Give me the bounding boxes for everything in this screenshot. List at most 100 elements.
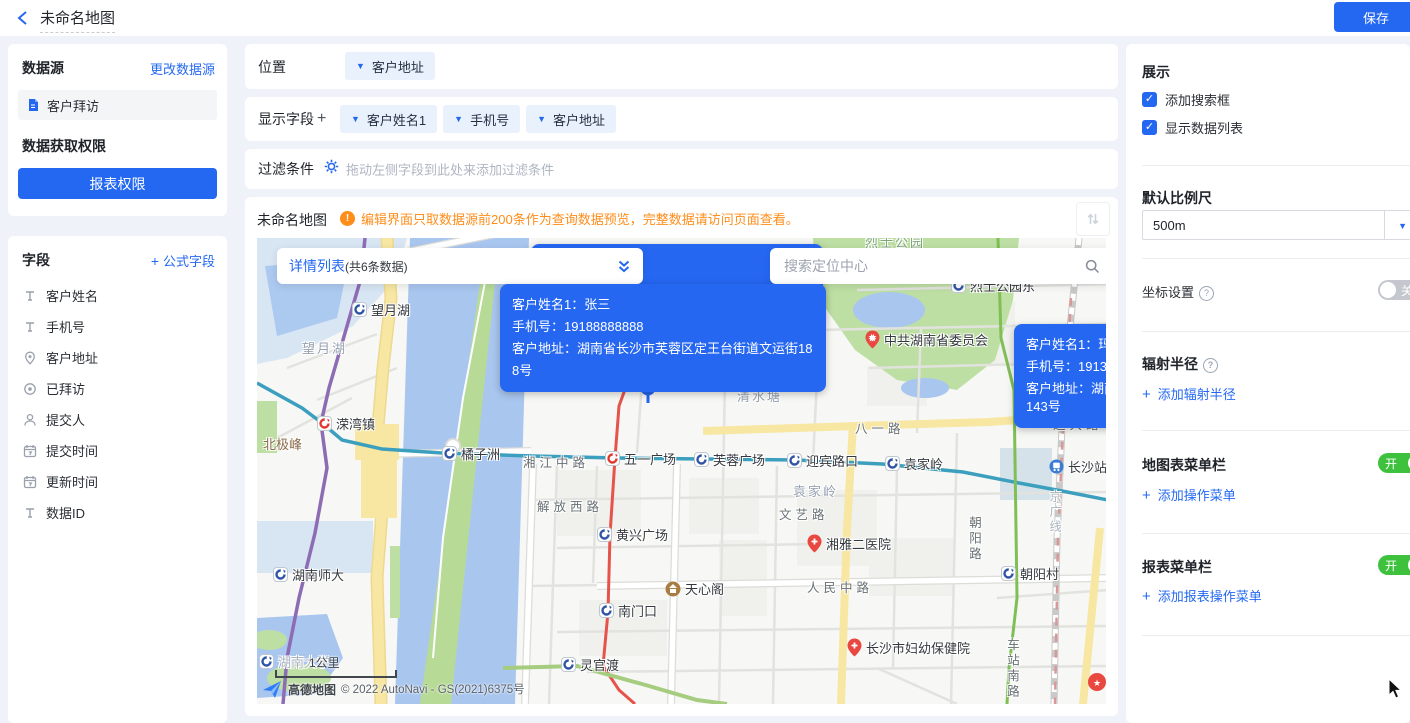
poi-hospital-icon	[807, 534, 822, 553]
fields-title: 字段	[22, 250, 50, 270]
map-search-box[interactable]	[770, 248, 1106, 284]
field-item-label: 已拜访	[46, 379, 85, 398]
attribution-text: © 2022 AutoNavi - GS(2021)6375号	[341, 681, 525, 697]
display-field-tag[interactable]: ▼手机号	[443, 105, 520, 133]
coord-setting-toggle[interactable]: 关	[1378, 280, 1410, 300]
sort-icon[interactable]	[1076, 202, 1110, 236]
detail-list-label: 详情列表	[289, 256, 345, 276]
station-icon	[1049, 459, 1064, 474]
field-item-label: 提交时间	[46, 441, 98, 460]
metro-blue-icon	[442, 446, 457, 461]
display-field-tag[interactable]: ▼客户姓名1	[340, 105, 437, 133]
map-label-road: 八一路	[855, 418, 905, 437]
calendar-icon	[23, 444, 37, 458]
text-field-icon	[23, 320, 37, 334]
map-label-metro-blue: 朝阳村	[1001, 564, 1059, 583]
map-label-poi-hospital: 长沙市妇幼保健院	[847, 638, 970, 657]
help-icon[interactable]: ?	[1203, 358, 1218, 373]
divider	[1142, 165, 1410, 166]
map-menu-section-title: 地图表菜单栏	[1142, 455, 1226, 475]
scale-select[interactable]: 500m ▼	[1142, 210, 1410, 240]
report-menu-toggle[interactable]: 开	[1378, 555, 1410, 575]
map-tooltip-zhangsan: 客户姓名1：张三手机号：19188888888客户地址：湖南省长沙市芙蓉区定王台…	[500, 284, 826, 392]
map-label-metro-blue: 橘子洲	[442, 444, 500, 463]
map-label-road: 解放西路	[537, 496, 603, 515]
radius-section-title: 辐射半径?	[1142, 354, 1218, 374]
display-section-title: 展示	[1142, 62, 1170, 82]
caret-down-icon: ▼	[454, 115, 463, 124]
datasource-panel: 数据源 更改数据源 客户拜访 数据获取权限 报表权限	[8, 44, 227, 216]
scale-section-title: 默认比例尺	[1142, 188, 1212, 208]
display-fields-row: 显示字段 + ▼客户姓名1▼手机号▼客户地址	[245, 97, 1118, 141]
coord-setting-label: 坐标设置?	[1142, 282, 1214, 301]
top-bar: 未命名地图 保存	[0, 0, 1410, 36]
field-item-label: 更新时间	[46, 472, 98, 491]
checkbox-checked-icon[interactable]: ✓	[1142, 120, 1157, 135]
field-item[interactable]: 提交时间	[8, 435, 227, 466]
map-label-station: 长沙站	[1049, 457, 1106, 476]
location-field-tag[interactable]: ▼客户地址	[345, 52, 435, 80]
add-map-menu-link[interactable]: +添加操作菜单	[1142, 485, 1236, 504]
save-button[interactable]: 保存	[1334, 2, 1410, 32]
location-icon	[23, 351, 37, 365]
metro-blue-icon	[885, 456, 900, 471]
gear-icon[interactable]	[324, 159, 339, 179]
caret-down-icon: ▼	[356, 62, 365, 71]
help-icon[interactable]: ?	[1199, 286, 1214, 301]
scale-select-value: 500m	[1153, 218, 1186, 233]
map-label-road-v: 朝阳路	[965, 516, 984, 563]
field-item-label: 提交人	[46, 410, 85, 429]
page-title[interactable]: 未命名地图	[40, 7, 115, 33]
chevron-double-down-icon[interactable]	[617, 259, 631, 274]
detail-list-panel[interactable]: 详情列表 (共6条数据)	[277, 248, 643, 284]
tooltip-line: 手机号：19133	[1026, 356, 1106, 378]
caret-down-icon: ▼	[351, 115, 360, 124]
poi-hospital-icon	[847, 638, 862, 657]
search-icon[interactable]	[1085, 259, 1100, 274]
field-item-label: 数据ID	[46, 503, 85, 522]
field-item-label: 手机号	[46, 317, 85, 336]
caret-down-icon: ▼	[1398, 211, 1407, 241]
divider	[1142, 533, 1410, 534]
map-label-metro-blue: 袁家岭	[885, 454, 943, 473]
map-menu-toggle[interactable]: 开	[1378, 453, 1410, 473]
back-icon[interactable]	[16, 10, 30, 26]
map-attribution: 高德地图 © 2022 AutoNavi - GS(2021)6375号	[261, 678, 525, 700]
map-label-metro-blue: 芙蓉广场	[694, 450, 765, 469]
metro-blue-icon	[1001, 566, 1016, 581]
map-tooltip-right: 客户姓名1：玛手机号：19133客户地址：湖南143号	[1014, 324, 1106, 428]
field-item[interactable]: 数据ID	[8, 497, 227, 528]
datasource-item[interactable]: 客户拜访	[18, 90, 217, 120]
permission-title: 数据获取权限	[8, 120, 227, 156]
checkbox-checked-icon[interactable]: ✓	[1142, 92, 1157, 107]
metro-blue-icon	[599, 603, 614, 618]
checkbox-row[interactable]: ✓添加搜索框	[1142, 90, 1230, 109]
attribution-brand: 高德地图	[288, 681, 336, 698]
display-fields-label: 显示字段	[258, 109, 314, 129]
field-item[interactable]: 客户姓名	[8, 280, 227, 311]
field-item-label: 客户姓名	[46, 286, 98, 305]
report-permission-button[interactable]: 报表权限	[18, 168, 217, 199]
change-datasource-link[interactable]: 更改数据源	[150, 59, 215, 78]
map-label-metro-red: 五一广场	[605, 449, 676, 468]
field-item[interactable]: 提交人	[8, 404, 227, 435]
add-report-menu-link[interactable]: +添加报表操作菜单	[1142, 586, 1262, 605]
poi-star-icon: ★	[865, 330, 880, 349]
detail-list-count: (共6条数据)	[345, 258, 408, 275]
add-radius-link[interactable]: +添加辐射半径	[1142, 384, 1236, 403]
display-field-tag[interactable]: ▼客户地址	[526, 105, 616, 133]
add-formula-field-link[interactable]: + 公式字段	[151, 251, 215, 270]
add-display-field-button[interactable]: +	[317, 110, 326, 128]
divider	[1142, 331, 1410, 332]
svg-text:★: ★	[869, 334, 876, 343]
map-preview-card: 未命名地图 ! 编辑界面只取数据源前200条作为查询数据预览，完整数据请访问页面…	[245, 197, 1118, 716]
field-item[interactable]: 已拜访	[8, 373, 227, 404]
field-item[interactable]: 更新时间	[8, 466, 227, 497]
map-canvas[interactable]: ★ 烈士公园烈士公园东★中共湖南省委员会望月湖望月湖清水塘八一路远大路溁湾镇北极…	[257, 238, 1106, 704]
map-label-metro-blue: 黄兴广场	[597, 525, 668, 544]
checkbox-row[interactable]: ✓显示数据列表	[1142, 118, 1243, 137]
person-icon	[23, 413, 37, 427]
search-input[interactable]	[782, 257, 1085, 275]
field-item[interactable]: 客户地址	[8, 342, 227, 373]
field-item[interactable]: 手机号	[8, 311, 227, 342]
